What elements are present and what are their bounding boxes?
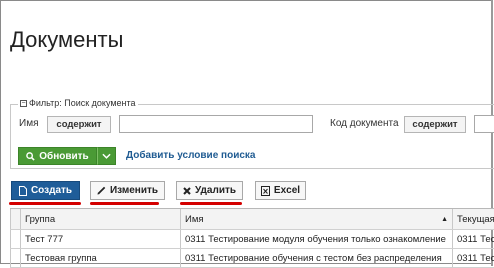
- table-header-row: Группа Имя ▲ Текущая: [10, 209, 494, 230]
- sort-asc-icon: ▲: [441, 215, 448, 223]
- refresh-button[interactable]: Обновить: [18, 147, 97, 165]
- highlight-underline-delete: [180, 202, 242, 205]
- delete-x-icon: [183, 186, 191, 195]
- page-title: Документы: [10, 27, 124, 52]
- documents-table: Группа Имя ▲ Текущая Тест 777 0311 Тести…: [10, 208, 494, 268]
- delete-label: Удалить: [194, 185, 237, 196]
- column-header-group[interactable]: Группа: [20, 209, 180, 229]
- cell-group: Тестовая группа: [20, 249, 180, 267]
- refresh-dropdown-button[interactable]: [97, 147, 116, 165]
- chevron-down-icon: [102, 153, 111, 159]
- column-header-current[interactable]: Текущая: [452, 209, 494, 229]
- column-header-name-label: Имя: [185, 213, 204, 225]
- create-button[interactable]: Создать: [11, 181, 80, 200]
- name-mode-button[interactable]: содержит: [47, 116, 111, 133]
- collapse-icon[interactable]: −: [20, 99, 27, 107]
- create-label: Создать: [30, 185, 73, 196]
- name-label: Имя: [19, 118, 39, 129]
- refresh-label: Обновить: [39, 150, 89, 162]
- column-header-name[interactable]: Имя ▲: [180, 209, 452, 229]
- filter-legend[interactable]: − Фильтр: Поиск документа: [18, 98, 138, 108]
- add-condition-link[interactable]: Добавить условие поиска: [126, 150, 255, 161]
- new-document-icon: [18, 185, 27, 196]
- delete-button[interactable]: Удалить: [176, 181, 243, 200]
- search-icon: [26, 151, 35, 161]
- table-row[interactable]: Тест 777 0311 Тестирование модуля обучен…: [10, 230, 494, 249]
- row-selector-cell[interactable]: [10, 249, 20, 267]
- excel-icon: [260, 185, 270, 196]
- highlight-underline-edit: [90, 202, 159, 205]
- cell-name: 0311 Тестирование обучения с тестом без …: [180, 249, 452, 267]
- cell-group: Тест 777: [20, 230, 180, 248]
- excel-button[interactable]: Excel: [255, 181, 306, 200]
- code-mode-button[interactable]: содержит: [404, 116, 466, 133]
- cell-current: 0311 Тест: [452, 249, 494, 267]
- header-selector-cell: [10, 209, 20, 229]
- cell-current: 0311 Тест: [452, 230, 494, 248]
- edit-label: Изменить: [109, 185, 159, 196]
- cell-name: 0311 Тестирование модуля обучения только…: [180, 230, 452, 248]
- filter-legend-label: Фильтр: Поиск документа: [29, 98, 136, 108]
- highlight-underline-create: [9, 202, 81, 205]
- edit-button[interactable]: Изменить: [90, 181, 165, 200]
- row-selector-cell[interactable]: [10, 230, 20, 248]
- pencil-icon: [97, 186, 106, 195]
- code-label: Код документа: [330, 118, 399, 129]
- table-row[interactable]: Тестовая группа 0311 Тестирование обучен…: [10, 249, 494, 268]
- name-input[interactable]: [119, 115, 313, 133]
- excel-label: Excel: [273, 185, 301, 196]
- code-input[interactable]: [474, 115, 494, 133]
